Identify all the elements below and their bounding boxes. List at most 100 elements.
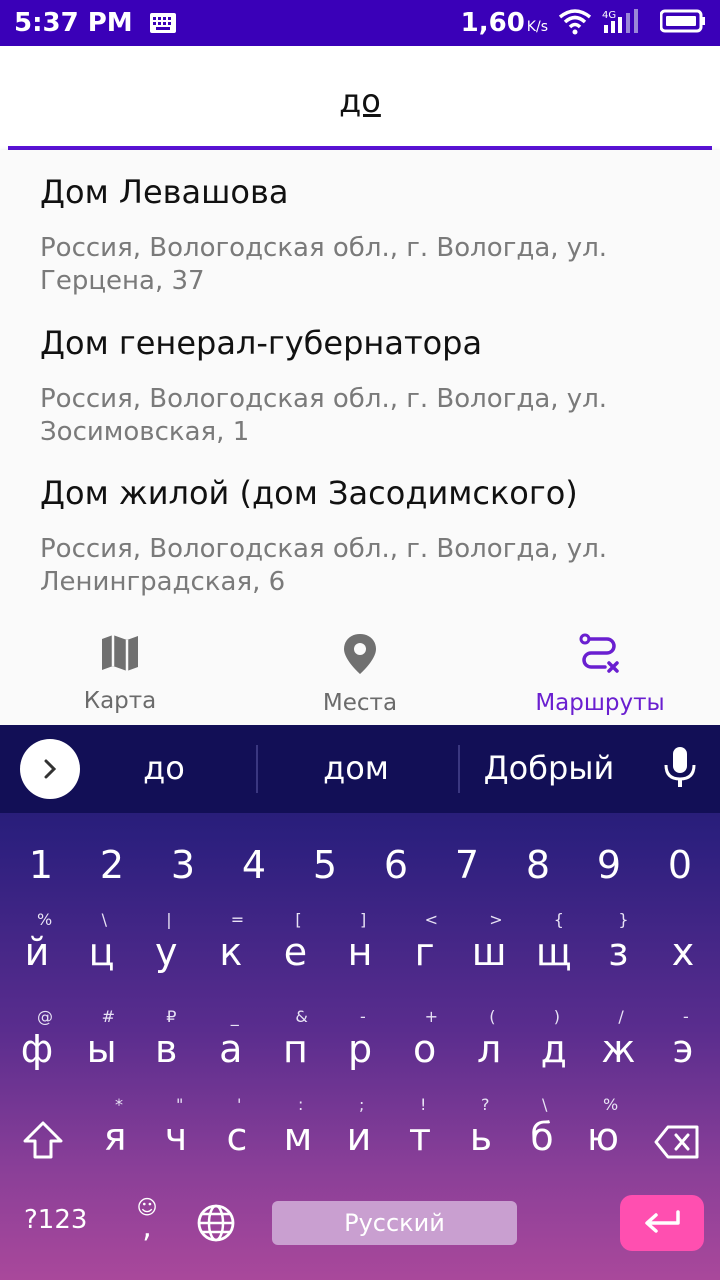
key-hint: |	[166, 910, 172, 929]
letter-key[interactable]: ) д	[524, 1007, 584, 1087]
letter-key[interactable]: ' с	[207, 1095, 267, 1175]
keyboard-icon	[149, 12, 177, 34]
nav-item-map[interactable]: Карта	[0, 605, 240, 725]
letter-key[interactable]: ] н	[330, 910, 390, 990]
letter-key[interactable]: # ы	[72, 1007, 132, 1087]
keyboard-suggestion[interactable]: Добрый	[474, 749, 624, 787]
number-key[interactable]: 1	[11, 825, 71, 905]
key-hint: -	[683, 1007, 689, 1026]
letter-key[interactable]: / ж	[588, 1007, 648, 1087]
nav-label: Карта	[83, 688, 157, 714]
expand-toolbar-button[interactable]	[20, 739, 80, 799]
key-label: р	[347, 1027, 373, 1071]
key-label: с	[226, 1115, 248, 1159]
letter-key[interactable]: % ю	[573, 1095, 633, 1175]
letter-key[interactable]: \ б	[512, 1095, 572, 1175]
letter-key[interactable]: = к	[201, 910, 261, 990]
backspace-key[interactable]	[654, 1125, 700, 1164]
number-key[interactable]: 3	[153, 825, 213, 905]
number-key[interactable]: 0	[650, 825, 710, 905]
space-key[interactable]: Русский	[272, 1201, 517, 1245]
nav-label: Места	[322, 690, 398, 716]
key-hint: [	[295, 910, 302, 929]
letter-key[interactable]: & п	[265, 1007, 325, 1087]
letter-key[interactable]: -э	[653, 1007, 713, 1087]
microphone-icon[interactable]	[662, 745, 698, 796]
key-label: н	[347, 930, 373, 974]
key-label: ф	[20, 1027, 54, 1071]
letter-key[interactable]: [е	[265, 910, 325, 990]
letter-key[interactable]: + о	[395, 1007, 455, 1087]
suggestion-divider	[458, 745, 460, 793]
key-label: о	[412, 1027, 437, 1071]
key-label: 4	[241, 843, 267, 887]
globe-icon[interactable]	[196, 1203, 236, 1248]
key-hint: ]	[360, 910, 367, 929]
letter-key[interactable]: ? ь	[451, 1095, 511, 1175]
keyboard-suggestion[interactable]: дом	[290, 749, 422, 787]
letter-key[interactable]: \ ц	[72, 910, 132, 990]
search-input[interactable]	[8, 46, 712, 150]
suggestion-title: Дом Левашова	[40, 173, 289, 211]
letter-key[interactable]: < г	[395, 910, 455, 990]
key-label: я	[103, 1115, 127, 1159]
keyboard-suggestion-bar: до дом Добрый	[0, 725, 720, 813]
suggestion-item[interactable]: Дом жилой (дом Засодимского) Россия, Вол…	[40, 473, 700, 599]
letter-key[interactable]: ; и	[329, 1095, 389, 1175]
key-label: у	[154, 930, 178, 974]
letter-key[interactable]: х	[653, 910, 713, 990]
letter-key[interactable]: } з	[588, 910, 648, 990]
letter-key[interactable]: {щ	[524, 910, 584, 990]
keyboard-suggestion[interactable]: до	[104, 749, 224, 787]
letter-key[interactable]: " ч	[146, 1095, 206, 1175]
key-label: и	[346, 1115, 372, 1159]
key-label: а	[219, 1027, 243, 1071]
suggestion-title: Дом жилой (дом Засодимского)	[40, 474, 578, 512]
number-key[interactable]: 2	[82, 825, 142, 905]
nav-item-places[interactable]: Места	[240, 605, 480, 725]
number-key[interactable]: 7	[437, 825, 497, 905]
number-key[interactable]: 4	[224, 825, 284, 905]
letter-key[interactable]: @ ф	[7, 1007, 67, 1087]
route-icon	[579, 633, 621, 680]
letter-key[interactable]: > ш	[459, 910, 519, 990]
key-hint: \	[101, 910, 107, 929]
letter-key[interactable]: (л	[459, 1007, 519, 1087]
number-key[interactable]: 6	[366, 825, 426, 905]
letter-key[interactable]: % й	[7, 910, 67, 990]
key-label: й	[24, 930, 50, 974]
shift-key[interactable]	[22, 1120, 64, 1165]
suggestion-item[interactable]: Дом Левашова Россия, Вологодская обл., г…	[40, 172, 700, 298]
key-hint: &	[295, 1007, 308, 1026]
key-hint: (	[489, 1007, 496, 1026]
key-label: 1	[28, 843, 54, 887]
letter-key[interactable]: :м	[268, 1095, 328, 1175]
letter-key[interactable]: | у	[136, 910, 196, 990]
number-key[interactable]: 5	[295, 825, 355, 905]
letter-key[interactable]: -р	[330, 1007, 390, 1087]
suggestion-item[interactable]: Дом генерал-губернатора Россия, Вологодс…	[40, 323, 700, 449]
key-hint: -	[360, 1007, 366, 1026]
key-hint: \	[542, 1095, 548, 1114]
letter-key[interactable]: ₽ в	[136, 1007, 196, 1087]
letter-key[interactable]: _ а	[201, 1007, 261, 1087]
number-key[interactable]: 9	[579, 825, 639, 905]
symbols-key[interactable]: ?123	[24, 1205, 87, 1235]
key-label: з	[608, 930, 629, 974]
key-hint: #	[101, 1007, 115, 1026]
key-label: 3	[170, 843, 196, 887]
key-label: 7	[454, 843, 480, 887]
suggestion-address: Россия, Вологодская обл., г. Вологда, ул…	[40, 534, 608, 597]
key-label: к	[219, 930, 243, 974]
letter-key[interactable]: ! т	[390, 1095, 450, 1175]
nav-item-routes[interactable]: Маршруты	[480, 605, 720, 725]
key-hint: %	[37, 910, 53, 929]
number-key[interactable]: 8	[508, 825, 568, 905]
suggestion-address: Россия, Вологодская обл., г. Вологда, ул…	[40, 233, 608, 296]
key-hint: {	[553, 910, 564, 929]
letter-key[interactable]: * я	[85, 1095, 145, 1175]
key-hint: ;	[359, 1095, 365, 1114]
enter-key[interactable]	[620, 1195, 704, 1251]
key-hint: )	[553, 1007, 561, 1026]
emoji-comma-key[interactable]: ☺,	[132, 1195, 162, 1243]
